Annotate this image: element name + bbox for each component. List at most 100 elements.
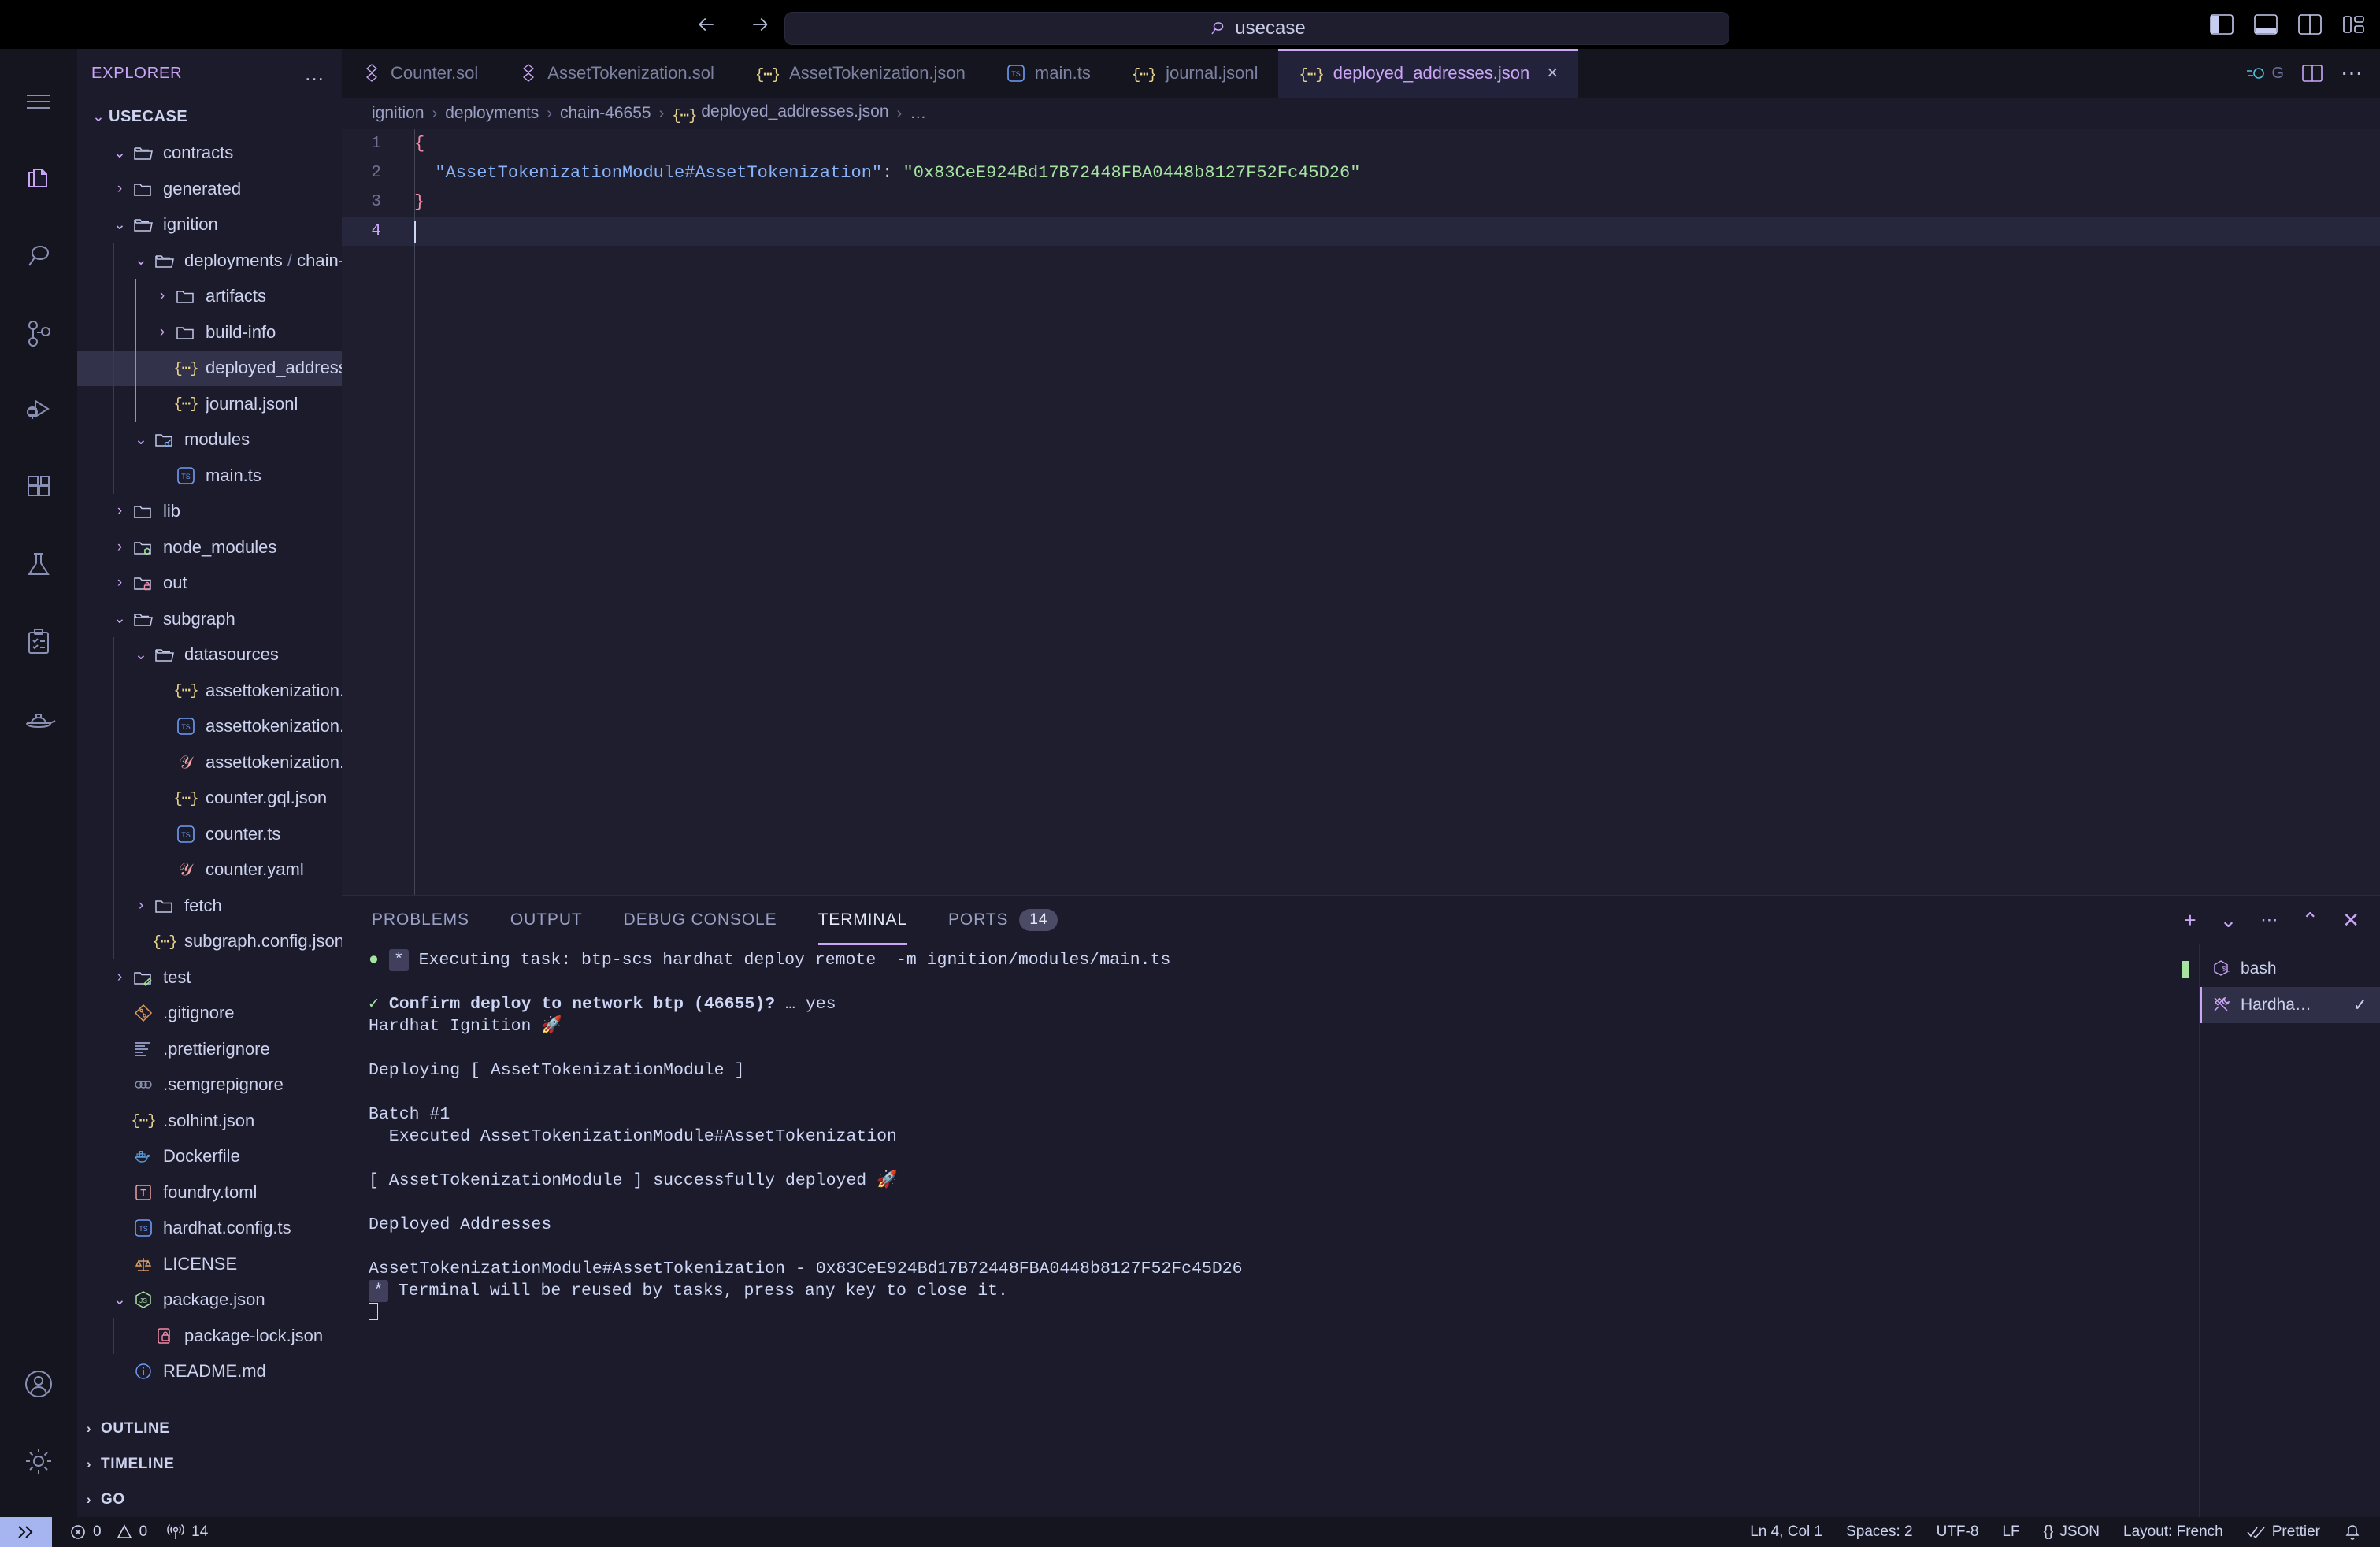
tree-folder-item[interactable]: ›generated: [77, 171, 342, 207]
sidebar-item-tasks[interactable]: [0, 603, 77, 681]
new-terminal-icon[interactable]: +: [2184, 908, 2196, 933]
code-editor[interactable]: 1{2 "AssetTokenizationModule#AssetTokeni…: [342, 129, 2380, 895]
manage-gear-icon[interactable]: [0, 1423, 77, 1500]
chevron-right-icon[interactable]: ›: [152, 324, 172, 341]
tree-file-item[interactable]: ›TScounter.ts: [77, 816, 342, 852]
chevron-right-icon[interactable]: ›: [109, 574, 130, 592]
bell-icon[interactable]: [2344, 1523, 2361, 1541]
terminal-instance[interactable]: $_bash: [2200, 951, 2380, 987]
tree-file-item[interactable]: ⌄JSpackage.json: [77, 1282, 342, 1319]
panel-tab-ports[interactable]: PORTS14: [948, 896, 1058, 944]
chevron-down-icon[interactable]: ⌄: [109, 216, 130, 234]
tree-file-item[interactable]: ›TSassettokenization.ts: [77, 709, 342, 745]
menu-icon[interactable]: [0, 63, 77, 140]
tree-file-item[interactable]: ›{⋯}journal.jsonl: [77, 386, 342, 422]
chevron-right-icon[interactable]: ›: [131, 897, 151, 914]
chevron-down-icon[interactable]: ⌄: [88, 108, 109, 126]
chevron-down-icon[interactable]: ⌄: [109, 1291, 130, 1309]
tree-file-item[interactable]: ›{⋯}assettokenization.gql.json: [77, 673, 342, 709]
chevron-right-icon[interactable]: ›: [109, 180, 130, 198]
breadcrumb-item[interactable]: chain-46655: [560, 104, 651, 123]
cursor-position[interactable]: Ln 4, Col 1: [1750, 1523, 1822, 1541]
chevron-down-icon[interactable]: ⌄: [131, 431, 151, 449]
tree-folder-item[interactable]: ›test: [77, 959, 342, 996]
editor-tab[interactable]: {⋯}deployed_addresses.json×: [1278, 49, 1578, 98]
customize-layout-icon[interactable]: [2342, 13, 2366, 35]
tree-folder-item[interactable]: ⌄ignition: [77, 207, 342, 243]
tree-folder-item[interactable]: ›artifacts: [77, 279, 342, 315]
tree-folder-item[interactable]: ›out: [77, 566, 342, 602]
panel-tab-terminal[interactable]: TERMINAL: [818, 898, 907, 942]
go-live-icon[interactable]: G: [2246, 65, 2284, 83]
forward-icon[interactable]: [747, 11, 773, 38]
sidebar-section-go[interactable]: ›GO: [77, 1482, 342, 1517]
chevron-right-icon[interactable]: ›: [109, 539, 130, 556]
accounts-icon[interactable]: [0, 1345, 77, 1423]
command-center-search[interactable]: usecase: [784, 12, 1729, 45]
breadcrumb-item[interactable]: …: [910, 104, 926, 123]
status-ports[interactable]: 14: [166, 1523, 208, 1541]
chevron-up-icon[interactable]: ⌃: [2301, 908, 2319, 933]
sidebar-item-search[interactable]: [0, 217, 77, 295]
panel-tab-debug-console[interactable]: DEBUG CONSOLE: [624, 898, 777, 942]
tree-file-item[interactable]: ›𝒴assettokenization.yaml: [77, 744, 342, 781]
tree-file-item[interactable]: ›{⋯}deployed_addresses.json: [77, 351, 342, 387]
tree-file-item[interactable]: ›{⋯}counter.gql.json: [77, 781, 342, 817]
tree-file-item[interactable]: ›.semgrepignore: [77, 1067, 342, 1104]
sidebar-section-timeline[interactable]: ›TIMELINE: [77, 1446, 342, 1482]
sidebar-item-testing[interactable]: [0, 526, 77, 603]
tree-folder-item[interactable]: ⌄subgraph: [77, 601, 342, 637]
tree-folder-item[interactable]: ›node_modules: [77, 529, 342, 566]
tree-file-item[interactable]: ›{⋯}.solhint.json: [77, 1103, 342, 1139]
tree-file-item[interactable]: ›{⋯}subgraph.config.json: [77, 924, 342, 960]
editor-tab[interactable]: {⋯}AssetTokenization.json: [735, 49, 986, 98]
close-icon[interactable]: ✕: [2342, 908, 2360, 933]
tree-file-item[interactable]: ›README.md: [77, 1354, 342, 1390]
editor-tab[interactable]: TSmain.ts: [986, 49, 1111, 98]
tree-file-item[interactable]: ›.gitignore: [77, 996, 342, 1032]
encoding[interactable]: UTF-8: [1937, 1523, 1979, 1541]
tree-folder-item[interactable]: ⌄modules: [77, 422, 342, 458]
chevron-down-icon[interactable]: ⌄: [131, 251, 151, 269]
sidebar-section-outline[interactable]: ›OUTLINE: [77, 1411, 342, 1446]
panel-tab-output[interactable]: OUTPUT: [510, 898, 583, 942]
tree-folder-item[interactable]: ›fetch: [77, 888, 342, 924]
breadcrumb-item[interactable]: deployments: [445, 104, 539, 123]
panel-tab-problems[interactable]: PROBLEMS: [372, 898, 469, 942]
indentation[interactable]: Spaces: 2: [1846, 1523, 1913, 1541]
tree-folder-item[interactable]: ›lib: [77, 494, 342, 530]
chevron-right-icon[interactable]: ›: [152, 288, 172, 305]
status-problems[interactable]: 0 0: [69, 1523, 147, 1541]
tree-file-item[interactable]: ›TShardhat.config.ts: [77, 1211, 342, 1247]
sidebar-item-genie[interactable]: [0, 681, 77, 758]
editor-tab[interactable]: {⋯}journal.jsonl: [1111, 49, 1279, 98]
remote-indicator-icon[interactable]: [0, 1517, 52, 1547]
toggle-secondary-sidebar-icon[interactable]: [2298, 13, 2322, 35]
tree-file-item[interactable]: ›package-lock.json: [77, 1318, 342, 1354]
keyboard-layout[interactable]: Layout: French: [2123, 1523, 2223, 1541]
editor-tab[interactable]: Counter.sol: [342, 49, 499, 98]
breadcrumb-item[interactable]: ignition: [372, 104, 424, 123]
tree-file-item[interactable]: ›𝒴counter.yaml: [77, 852, 342, 889]
chevron-right-icon[interactable]: ›: [109, 969, 130, 986]
more-actions-icon[interactable]: ⋯: [2341, 69, 2363, 78]
language-mode[interactable]: {} JSON: [2044, 1523, 2100, 1541]
more-actions-icon[interactable]: ⋯: [2260, 910, 2278, 930]
tree-file-item[interactable]: ›Dockerfile: [77, 1139, 342, 1175]
toggle-primary-sidebar-icon[interactable]: [2210, 13, 2234, 35]
chevron-down-icon[interactable]: ⌄: [2220, 908, 2237, 933]
explorer-more-actions-icon[interactable]: …: [304, 69, 324, 77]
close-icon[interactable]: ×: [1547, 62, 1558, 84]
terminal-output[interactable]: ● * Executing task: btp-scs hardhat depl…: [342, 944, 2199, 1517]
chevron-down-icon[interactable]: ⌄: [131, 646, 151, 664]
tree-folder-item[interactable]: ›build-info: [77, 314, 342, 351]
tree-file-item[interactable]: ›.prettierignore: [77, 1031, 342, 1067]
formatter-status[interactable]: Prettier: [2247, 1523, 2320, 1541]
eol[interactable]: LF: [2002, 1523, 2019, 1541]
sidebar-item-extensions[interactable]: [0, 449, 77, 526]
editor-tab[interactable]: AssetTokenization.sol: [499, 49, 735, 98]
terminal-instance[interactable]: Hardha…✓: [2200, 987, 2380, 1023]
split-editor-icon[interactable]: [2301, 63, 2323, 83]
chevron-right-icon[interactable]: ›: [109, 503, 130, 520]
toggle-panel-icon[interactable]: [2254, 13, 2278, 35]
